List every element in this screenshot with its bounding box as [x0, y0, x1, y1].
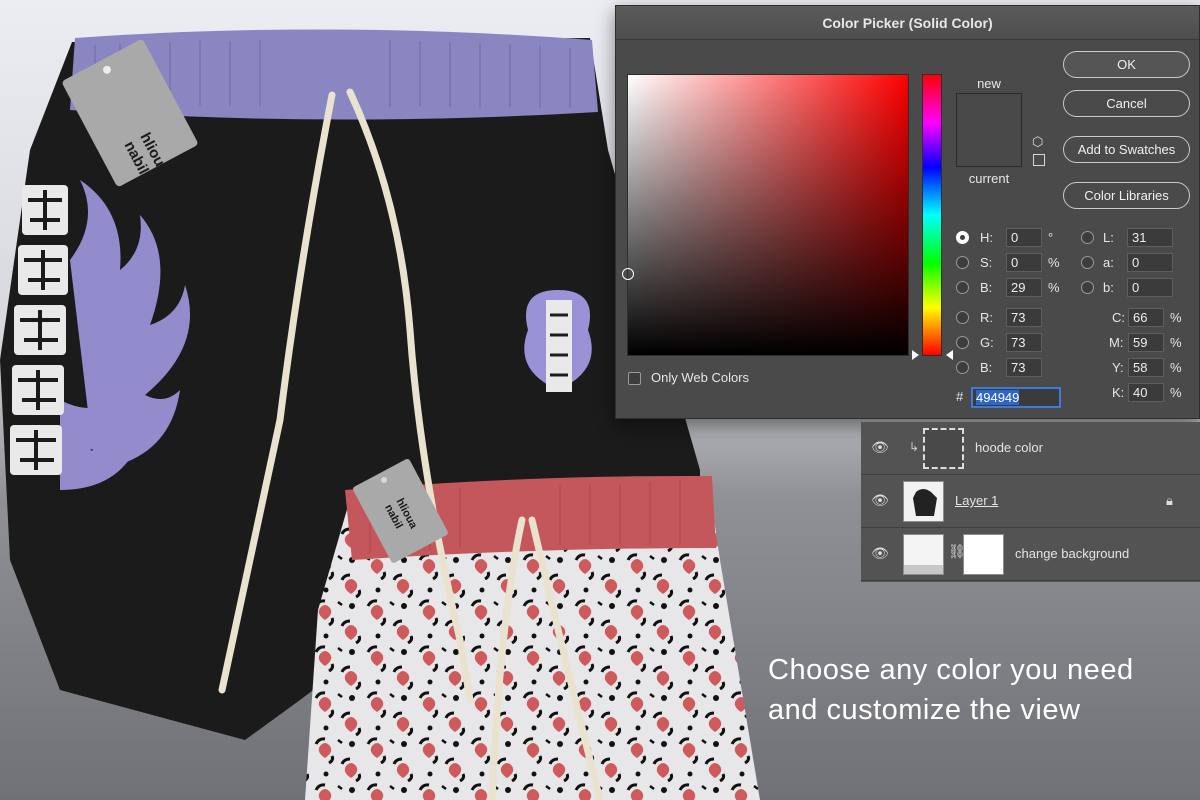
yellow-label: Y: [1112, 360, 1124, 375]
hue-slider-left-arrow[interactable] [912, 350, 919, 360]
green-row: G: 73 [956, 333, 1076, 353]
hue-field[interactable]: 0 [1006, 228, 1042, 247]
color-libraries-button[interactable]: Color Libraries [1063, 182, 1190, 209]
new-color-swatch [957, 94, 1021, 130]
brightness-unit: % [1048, 280, 1060, 295]
saturation-unit: % [1048, 255, 1060, 270]
lab-a-field[interactable]: 0 [1127, 253, 1173, 272]
cyan-unit: % [1170, 310, 1182, 325]
yellow-row: Y: 58 % [1106, 358, 1196, 378]
caption-line-2: and customize the view [768, 694, 1081, 726]
mask-thumbnail [963, 534, 1004, 575]
hue-slider[interactable] [922, 74, 942, 356]
blue-field[interactable]: 73 [1006, 358, 1042, 377]
lab-b-label: b: [1103, 280, 1114, 295]
fill-layer-thumbnail [923, 428, 964, 469]
hue-row: H: 0 ° [956, 228, 1076, 248]
hue-slider-right-arrow[interactable] [946, 350, 953, 360]
dialog-title: Color Picker (Solid Color) [616, 6, 1199, 40]
color-field-marker[interactable] [622, 268, 634, 280]
web-safe-swatch-icon[interactable] [1033, 154, 1045, 166]
lab-a-row: a: 0 [1081, 253, 1191, 273]
yellow-field[interactable]: 58 [1128, 358, 1164, 377]
only-web-colors-checkbox[interactable] [628, 372, 641, 385]
lock-icon: 🔒︎ [1166, 493, 1173, 508]
color-picker-dialog: Color Picker (Solid Color) new current ⬡… [615, 5, 1200, 419]
hue-radio[interactable] [956, 231, 969, 244]
layers-panel: 👁︎ ↳ hoode color 👁︎ Layer 1 🔒︎ 👁︎ ⛓ chan… [861, 422, 1200, 582]
lab-b-field[interactable]: 0 [1127, 278, 1173, 297]
promo-caption: Choose any color you need and customize … [768, 650, 1188, 730]
caption-line-1: Choose any color you need [768, 654, 1134, 686]
current-color-label: current [968, 171, 1010, 186]
magenta-unit: % [1170, 335, 1182, 350]
adjustment-thumbnail [903, 534, 944, 575]
layer-name: Layer 1 [955, 493, 999, 508]
hex-value: 494949 [976, 390, 1020, 405]
magenta-field[interactable]: 59 [1128, 333, 1164, 352]
lab-b-row: b: 0 [1081, 278, 1191, 298]
saturation-field[interactable]: 0 [1006, 253, 1042, 272]
lab-b-radio[interactable] [1081, 281, 1094, 294]
clipping-arrow-icon: ↳ [909, 440, 920, 454]
red-label: R: [980, 310, 993, 325]
gamut-cube-icon[interactable]: ⬡ [1032, 134, 1043, 150]
red-row: R: 73 [956, 308, 1076, 328]
magenta-label: M: [1109, 335, 1124, 350]
hex-field[interactable]: 494949 [971, 387, 1061, 408]
lab-l-field[interactable]: 31 [1127, 228, 1173, 247]
visibility-eye-icon[interactable]: 👁︎ [871, 545, 889, 563]
black-label: K: [1112, 385, 1125, 400]
layer-thumbnail [903, 481, 944, 522]
layer-row-layer-1[interactable]: 👁︎ Layer 1 🔒︎ [861, 475, 1200, 528]
magenta-row: M: 59 % [1106, 333, 1196, 353]
cyan-field[interactable]: 66 [1128, 308, 1164, 327]
lab-l-label: L: [1103, 230, 1114, 245]
layer-row-change-background[interactable]: 👁︎ ⛓ change background [861, 528, 1200, 581]
brightness-label: B: [980, 280, 993, 295]
green-radio[interactable] [956, 336, 969, 349]
lab-a-radio[interactable] [1081, 256, 1094, 269]
red-field[interactable]: 73 [1006, 308, 1042, 327]
layer-row-hoode-color[interactable]: 👁︎ ↳ hoode color [861, 422, 1200, 475]
green-field[interactable]: 73 [1006, 333, 1042, 352]
brightness-radio[interactable] [956, 281, 969, 294]
new-color-label: new [977, 76, 1001, 91]
add-to-swatches-button[interactable]: Add to Swatches [1063, 136, 1190, 163]
color-preview-swatch [956, 93, 1022, 167]
black-row: K: 40 % [1106, 383, 1196, 403]
lab-l-radio[interactable] [1081, 231, 1094, 244]
hex-prefix: # [956, 389, 964, 404]
ok-button[interactable]: OK [1063, 51, 1190, 78]
visibility-eye-icon[interactable]: 👁︎ [871, 492, 889, 510]
color-field[interactable] [622, 74, 909, 356]
saturation-label: S: [980, 255, 993, 270]
lab-l-row: L: 31 [1081, 228, 1191, 248]
cyan-row: C: 66 % [1106, 308, 1196, 328]
saturation-row: S: 0 % [956, 253, 1076, 273]
red-radio[interactable] [956, 311, 969, 324]
cancel-button[interactable]: Cancel [1063, 90, 1190, 117]
layer-name: change background [1015, 546, 1130, 561]
saturation-radio[interactable] [956, 256, 969, 269]
yellow-unit: % [1170, 360, 1182, 375]
hue-unit: ° [1048, 230, 1054, 245]
blue-row: B: 73 [956, 358, 1076, 378]
black-field[interactable]: 40 [1128, 383, 1164, 402]
hue-label: H: [980, 230, 993, 245]
black-unit: % [1170, 385, 1182, 400]
only-web-colors-label: Only Web Colors [651, 370, 750, 385]
blue-label: B: [980, 360, 993, 375]
blue-radio[interactable] [956, 361, 969, 374]
brightness-row: B: 29 % [956, 278, 1076, 298]
green-label: G: [980, 335, 994, 350]
brightness-field[interactable]: 29 [1006, 278, 1042, 297]
current-color-swatch[interactable] [957, 130, 1021, 166]
visibility-eye-icon[interactable]: 👁︎ [871, 439, 889, 457]
layer-name: hoode color [975, 440, 1043, 455]
lab-a-label: a: [1103, 255, 1114, 270]
cyan-label: C: [1112, 310, 1125, 325]
